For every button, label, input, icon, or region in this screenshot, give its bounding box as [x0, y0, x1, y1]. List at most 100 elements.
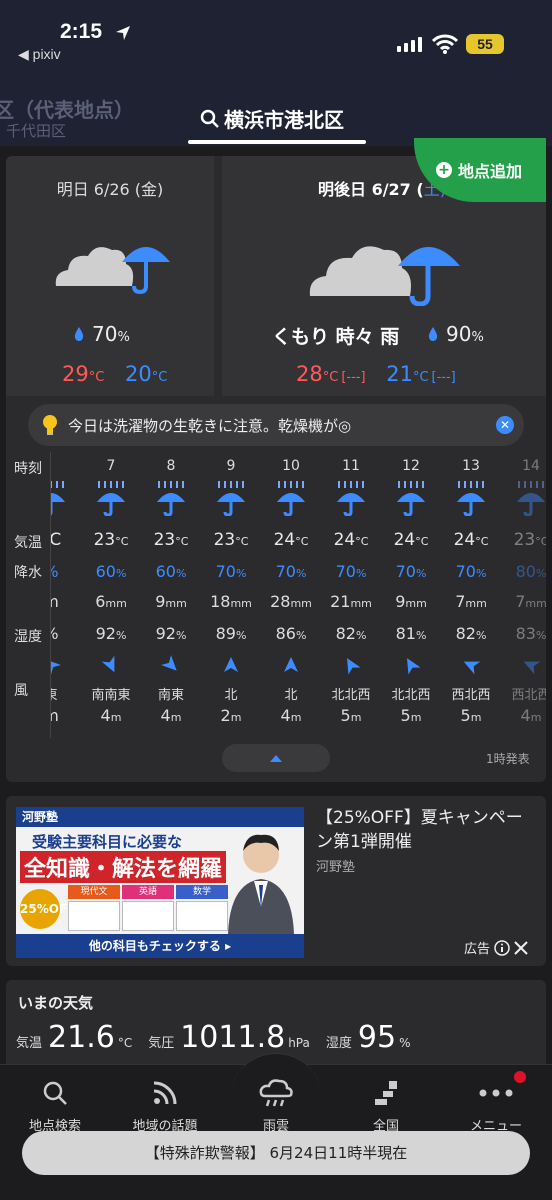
hour-temp: 23°C [213, 530, 249, 550]
cloud-umbrella-icon [55, 247, 170, 294]
current-temp: 21.6 [48, 1020, 115, 1055]
hour-precip-prob: 60% [95, 562, 127, 581]
rain-umbrella-icon [97, 481, 125, 517]
ad-image[interactable]: 河野塾 受験主要科目に必要な 全知識・解法を網羅 25%OFF 現代文 英語 数… [16, 807, 304, 958]
hour-precip-amount: 28mm [270, 592, 312, 611]
hour-temp: 23°C [513, 530, 546, 550]
ad-card[interactable]: 河野塾 受験主要科目に必要な 全知識・解法を網羅 25%OFF 現代文 英語 数… [6, 796, 546, 966]
issued-time: 1時発表 [486, 752, 530, 766]
hour-humidity: 82% [455, 624, 487, 643]
back-to-app-link[interactable]: ◀ pixiv [18, 46, 61, 63]
hour-time: 9 [226, 458, 236, 474]
hour-wind-direction: 東 [51, 684, 81, 703]
hour-temp: 23°C [153, 530, 189, 550]
hour-weather [141, 480, 201, 520]
hour-weather [81, 480, 141, 520]
ad-label: 広告 [464, 942, 491, 957]
day-temps: 29°C 20°C [62, 362, 167, 386]
notification-badge [514, 1071, 526, 1083]
current-weather-title: いまの天気 [18, 994, 94, 1012]
current-weather-values: 気温 21.6 °C 気圧 1011.8 hPa 湿度 95 % [16, 1020, 411, 1055]
hourly-column: °C%m%東m [50, 452, 81, 738]
add-location-label: 地点追加 [458, 162, 523, 181]
wind-direction-icon [407, 658, 421, 675]
hour-wind-speed: 4m [100, 706, 122, 725]
hour-precip-prob: 70% [215, 562, 247, 581]
hourly-forecast-table[interactable]: °C%m%東m723°C60%6mm92%南南東4m823°C60%9mm92%… [50, 452, 546, 738]
search-icon [200, 109, 219, 128]
hour-time: 14 [522, 458, 540, 474]
hour-humidity: 86% [275, 624, 307, 643]
row-label-wind: 風 [14, 683, 28, 699]
hour-precip-amount: 6mm [95, 592, 127, 611]
hour-weather [201, 480, 261, 520]
hour-wind-speed: 2m [220, 706, 242, 725]
ad-info[interactable]: 広告 [464, 938, 528, 957]
row-label-time: 時刻 [14, 461, 42, 477]
hour-precip-prob: 70% [335, 562, 367, 581]
hour-humidity: % [51, 624, 81, 643]
ad-book-image [122, 901, 174, 931]
info-icon[interactable] [494, 939, 510, 956]
tip-banner[interactable]: 今日は洗濯物の生乾きに注意。乾燥機が◎ ✕ [28, 404, 524, 446]
close-icon[interactable]: ✕ [496, 416, 514, 434]
hour-wind-speed: 4m [280, 706, 302, 725]
nav-menu[interactable]: メニュー [446, 1077, 546, 1134]
ad-title[interactable]: 【25%OFF】夏キャンペーン第1弾開催 [316, 806, 538, 854]
ad-brand-bar: 河野塾 [16, 807, 304, 827]
hour-precip-prob: 80% [515, 562, 546, 581]
high-temp: 29°C [62, 362, 105, 386]
lightbulb-icon [43, 415, 57, 435]
hour-time: 12 [402, 458, 420, 474]
hour-weather [381, 480, 441, 520]
row-label-humidity: 湿度 [14, 629, 42, 645]
nav-local-topics[interactable]: 地域の話題 [115, 1077, 215, 1134]
hourly-column: 13 24°C 70% 7mm 82% 西北西 5m [441, 452, 501, 738]
row-label-temp: 気温 [14, 535, 42, 551]
ad-discount-badge: 25%OFF [20, 889, 75, 929]
wind-direction-icon [161, 655, 177, 671]
ad-book-image [68, 901, 120, 931]
day-forecast-tomorrow[interactable]: 明日 6/26 (金) 70% 29°C 20°C [6, 156, 214, 396]
hour-precip-amount: 7mm [455, 592, 487, 611]
previous-location-tab[interactable]: 区（代表地点） [0, 94, 134, 123]
cloud-umbrella-icon [309, 246, 460, 306]
more-icon [479, 1089, 513, 1097]
rss-icon [153, 1081, 177, 1105]
close-icon[interactable] [514, 940, 528, 955]
hour-wind-direction: 南南東 [91, 688, 131, 703]
hour-wind-direction: 南東 [157, 688, 184, 703]
ad-headline-1: 受験主要科目に必要な [32, 833, 183, 851]
location-arrow-icon [116, 26, 130, 40]
hourly-column: 9 23°C 70% 18mm 89% 北 2m [201, 452, 261, 738]
location-name: 横浜市港北区 [224, 108, 344, 132]
hour-precip-amount: 21mm [330, 592, 372, 611]
rain-umbrella-icon [51, 481, 65, 516]
current-pressure: 1011.8 [180, 1020, 286, 1055]
collapse-button[interactable] [222, 744, 330, 772]
nav-rain-radar[interactable]: 雨雲 [226, 1077, 326, 1134]
rain-umbrella-icon [157, 481, 185, 517]
hour-wind-arrow [321, 656, 381, 675]
alert-banner[interactable]: 【特殊詐欺警報】 6月24日11時半現在 [22, 1131, 530, 1175]
hour-wind-arrow [381, 656, 441, 675]
raindrop-icon [74, 327, 84, 341]
hour-wind-direction: 西北西 [511, 688, 546, 703]
hour-wind-direction: 北 [224, 688, 238, 703]
rain-umbrella-icon [457, 481, 485, 517]
wind-direction-icon [463, 661, 481, 675]
hour-wind-arrow [201, 656, 261, 674]
hour-temp: 24°C [333, 530, 369, 550]
ad-subject-1: 現代文 [68, 885, 120, 899]
hour-weather [51, 480, 81, 520]
hour-temp: °C [50, 530, 62, 550]
hour-precip-amount: 7mm [515, 592, 546, 611]
hour-humidity: 92% [95, 624, 127, 643]
current-location-tab[interactable]: 横浜市港北区 [200, 104, 344, 133]
hour-temp: 24°C [273, 530, 309, 550]
wind-direction-icon [224, 657, 238, 672]
hourly-column: 14 23°C 80% 7mm 83% 西北西 4m [501, 452, 546, 738]
nav-search[interactable]: 地点検索 [5, 1077, 105, 1134]
nav-national[interactable]: 全国 [336, 1077, 436, 1134]
previous-location-sub: 千代田区 [6, 122, 67, 140]
